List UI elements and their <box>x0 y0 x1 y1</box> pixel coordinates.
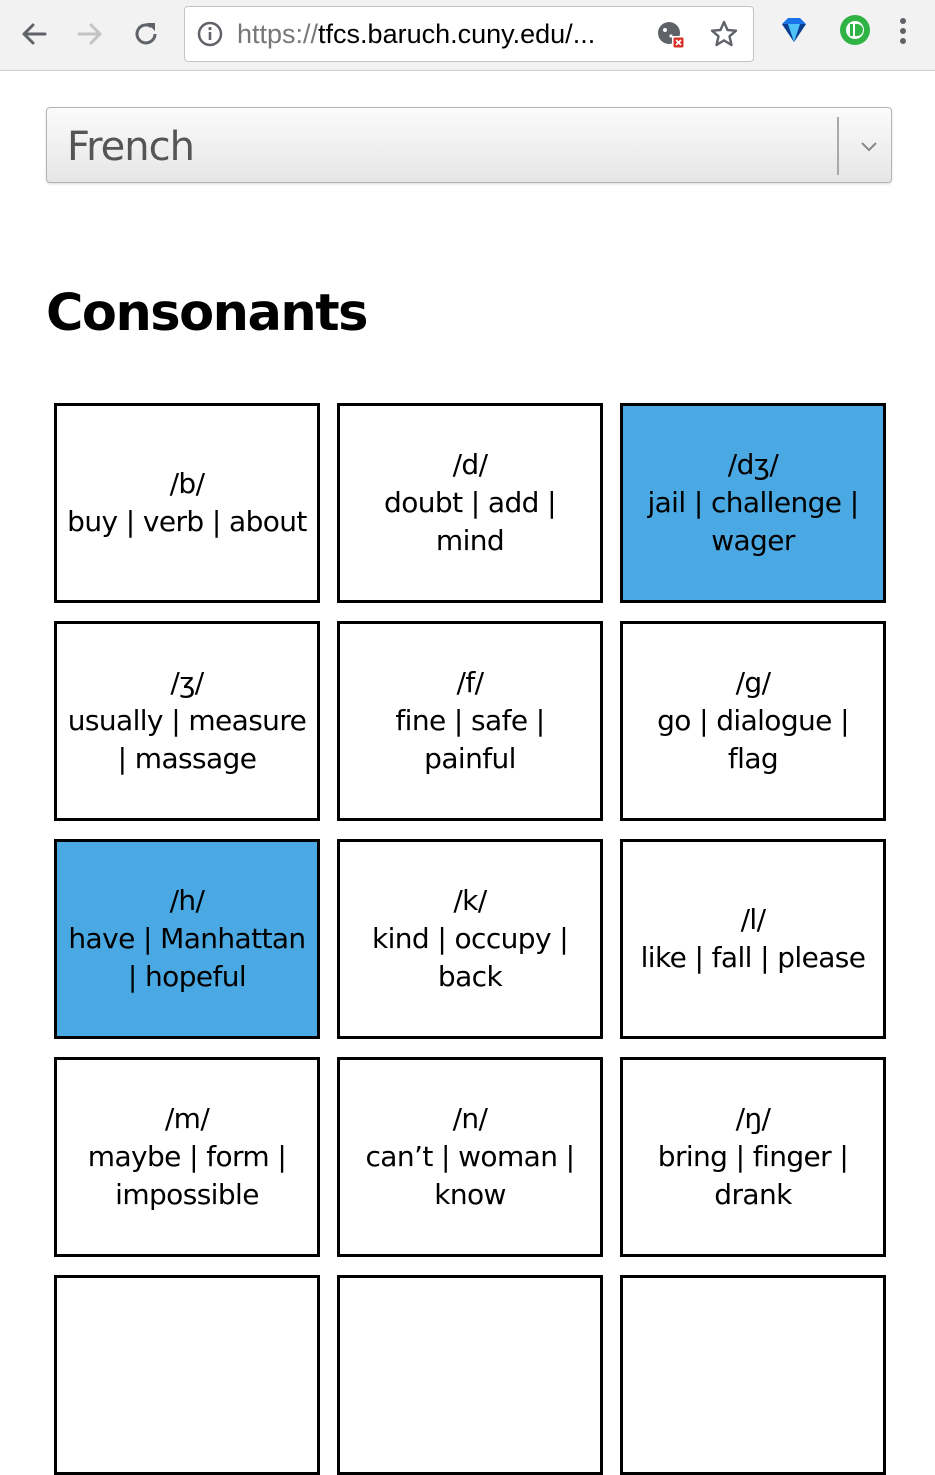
card-text: /ŋ/bring | finger | drank <box>633 1100 873 1214</box>
card-text: /ʒ/usually | measure | massage <box>67 664 307 778</box>
card-words: buy | verb | about <box>67 505 307 538</box>
card-text: /h/have | Manhattan | hopeful <box>67 882 307 996</box>
card-words: bring | finger | drank <box>657 1140 849 1211</box>
forward-arrow-icon <box>77 23 102 45</box>
card-ipa: /g/ <box>735 666 771 699</box>
reload-icon <box>135 23 157 45</box>
card-text: /g/go | dialogue | flag <box>633 664 873 778</box>
card-text: /b/buy | verb | about <box>67 465 307 541</box>
forward-button[interactable] <box>68 12 112 56</box>
address-bar[interactable]: https://tfcs.baruch.cuny.edu/... <box>184 6 754 62</box>
sound-card[interactable] <box>337 1275 603 1475</box>
card-text: /l/like | fall | please <box>641 901 866 977</box>
card-ipa: /l/ <box>740 903 766 936</box>
browser-toolbar: https://tfcs.baruch.cuny.edu/... <box>0 0 935 71</box>
card-text: /dʒ/jail | challenge | wager <box>633 446 873 560</box>
card-text: /d/doubt | add | mind <box>350 446 590 560</box>
diamond-extension-icon[interactable] <box>778 14 810 46</box>
sound-card[interactable]: /l/like | fall | please <box>620 839 886 1039</box>
sound-card[interactable]: /f/fine | safe | painful <box>337 621 603 821</box>
sound-card[interactable]: /k/kind | occupy | back <box>337 839 603 1039</box>
card-ipa: /ʒ/ <box>170 666 204 699</box>
green-extension-icon[interactable] <box>839 14 871 46</box>
sound-card[interactable]: /g/go | dialogue | flag <box>620 621 886 821</box>
card-words: doubt | add | mind <box>384 486 556 557</box>
card-words: fine | safe | painful <box>395 704 545 775</box>
card-ipa: /dʒ/ <box>727 448 779 481</box>
card-ipa: /d/ <box>452 448 488 481</box>
card-ipa: /n/ <box>452 1102 488 1135</box>
language-select[interactable]: French <box>46 107 892 183</box>
sound-card[interactable]: /b/buy | verb | about <box>54 403 320 603</box>
card-ipa: /f/ <box>456 666 485 699</box>
card-words: usually | measure | massage <box>67 704 307 775</box>
url-host: tfcs.baruch.cuny.edu/... <box>318 19 596 49</box>
card-text: /f/fine | safe | painful <box>350 664 590 778</box>
consonant-grid: /b/buy | verb | about /d/doubt | add | m… <box>54 403 886 1475</box>
sound-card[interactable]: /ʒ/usually | measure | massage <box>54 621 320 821</box>
card-words: can’t | woman | know <box>365 1140 576 1211</box>
sound-card[interactable]: /n/can’t | woman | know <box>337 1057 603 1257</box>
card-ipa: /k/ <box>453 884 487 917</box>
card-text: /k/kind | occupy | back <box>350 882 590 996</box>
card-words: kind | occupy | back <box>371 922 569 993</box>
card-words: have | Manhattan | hopeful <box>68 922 306 993</box>
card-ipa: /h/ <box>169 884 205 917</box>
chevron-down-icon <box>861 142 877 152</box>
cookie-blocked-icon[interactable] <box>655 19 687 51</box>
url-text[interactable]: https://tfcs.baruch.cuny.edu/... <box>237 19 625 50</box>
menu-dots-icon[interactable] <box>893 14 913 48</box>
sound-card[interactable] <box>620 1275 886 1475</box>
sound-card[interactable]: /d/doubt | add | mind <box>337 403 603 603</box>
reload-button[interactable] <box>124 12 168 56</box>
section-title: Consonants <box>46 284 368 343</box>
card-ipa: /b/ <box>169 467 205 500</box>
star-icon[interactable] <box>709 19 739 49</box>
info-icon[interactable] <box>197 21 223 47</box>
sound-card[interactable] <box>54 1275 320 1475</box>
card-text: /n/can’t | woman | know <box>350 1100 590 1214</box>
card-text: /m/maybe | form | impossible <box>67 1100 307 1214</box>
card-words: jail | challenge | wager <box>647 486 859 557</box>
sound-card[interactable]: /m/maybe | form | impossible <box>54 1057 320 1257</box>
url-scheme: https:// <box>237 19 319 49</box>
sound-card[interactable]: /ŋ/bring | finger | drank <box>620 1057 886 1257</box>
sound-card[interactable]: /h/have | Manhattan | hopeful <box>54 839 320 1039</box>
back-arrow-icon <box>22 23 47 45</box>
back-button[interactable] <box>12 12 56 56</box>
sound-card[interactable]: /dʒ/jail | challenge | wager <box>620 403 886 603</box>
card-ipa: /m/ <box>164 1102 210 1135</box>
card-ipa: /ŋ/ <box>735 1102 771 1135</box>
card-words: maybe | form | impossible <box>87 1140 287 1211</box>
card-words: go | dialogue | flag <box>657 704 849 775</box>
select-divider <box>837 117 839 175</box>
language-select-value: French <box>67 124 195 170</box>
card-words: like | fall | please <box>640 941 866 974</box>
